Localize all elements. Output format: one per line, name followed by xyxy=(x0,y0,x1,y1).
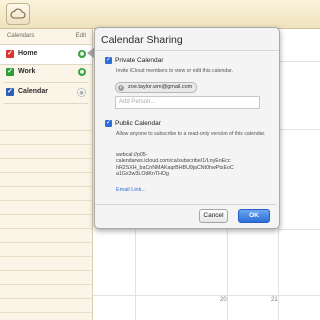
ok-label: OK xyxy=(249,212,259,219)
top-toolbar xyxy=(0,0,320,29)
grid-line xyxy=(278,61,320,62)
sidebar-title: Calendars xyxy=(7,33,35,39)
sidebar-divider xyxy=(4,103,88,104)
broadcast-icon[interactable]: ◉ xyxy=(77,88,86,97)
webcal-url[interactable]: webcal://p05- calendarws.icloud.com/ca/s… xyxy=(116,152,266,178)
grid-line xyxy=(93,295,320,296)
sidebar-empty-lines xyxy=(0,117,92,320)
grid-line xyxy=(278,229,320,230)
sidebar-item-label: Calendar xyxy=(18,88,48,95)
invitee-email: zoe.taylor.wm@gmail.com xyxy=(128,84,193,90)
add-person-input[interactable]: Add Person... xyxy=(115,96,260,109)
popover-title: Calendar Sharing xyxy=(101,34,183,46)
remove-icon[interactable]: × xyxy=(118,84,124,91)
private-calendar-label: Private Calendar xyxy=(115,57,164,64)
email-link[interactable]: Email Link... xyxy=(116,187,146,193)
home-color-checkbox[interactable]: ✓ xyxy=(6,50,14,58)
sidebar-item-label: Work xyxy=(18,68,36,75)
broadcast-icon[interactable]: ◉ xyxy=(78,68,86,76)
grid-line xyxy=(278,129,320,130)
private-calendar-checkbox[interactable]: ✓ xyxy=(105,57,112,64)
broadcast-icon[interactable]: ◉ xyxy=(78,50,86,58)
sidebar-item-label: Home xyxy=(18,50,38,57)
work-color-checkbox[interactable]: ✓ xyxy=(6,68,14,76)
public-calendar-label: Public Calendar xyxy=(115,120,161,127)
private-calendar-description: Invite iCloud members to view or edit th… xyxy=(116,68,234,74)
ok-button[interactable]: OK xyxy=(238,209,270,223)
day-number[interactable]: 20 xyxy=(220,297,227,303)
edit-button[interactable]: Edit xyxy=(76,33,86,39)
calendar-color-checkbox[interactable]: ✓ xyxy=(6,88,14,96)
icloud-button[interactable] xyxy=(6,3,30,25)
footer-separator xyxy=(95,204,277,205)
sidebar-item-calendar[interactable]: ✓ Calendar ◉ xyxy=(0,83,92,102)
cancel-button[interactable]: Cancel xyxy=(199,209,228,223)
grid-line xyxy=(227,229,228,320)
calendars-sidebar: Calendars Edit ✓ Home ◉ ✓ Work ◉ ✓ Calen… xyxy=(0,29,93,320)
public-calendar-description: Allow anyone to subscribe to a read-only… xyxy=(116,131,266,137)
title-separator xyxy=(95,50,279,51)
sidebar-item-home[interactable]: ✓ Home ◉ xyxy=(0,44,92,65)
public-calendar-checkbox[interactable]: ✓ xyxy=(105,120,112,127)
invitee-field[interactable]: × zoe.taylor.wm@gmail.com xyxy=(115,80,257,93)
sidebar-header: Calendars Edit xyxy=(0,29,92,44)
calendar-sharing-popover: Calendar Sharing ✓ Private Calendar Invi… xyxy=(94,27,280,229)
sidebar-item-work[interactable]: ✓ Work ◉ xyxy=(0,63,92,82)
day-number[interactable]: 21 xyxy=(271,297,278,303)
cloud-icon xyxy=(10,8,26,19)
invitee-token[interactable]: × zoe.taylor.wm@gmail.com xyxy=(115,82,198,93)
